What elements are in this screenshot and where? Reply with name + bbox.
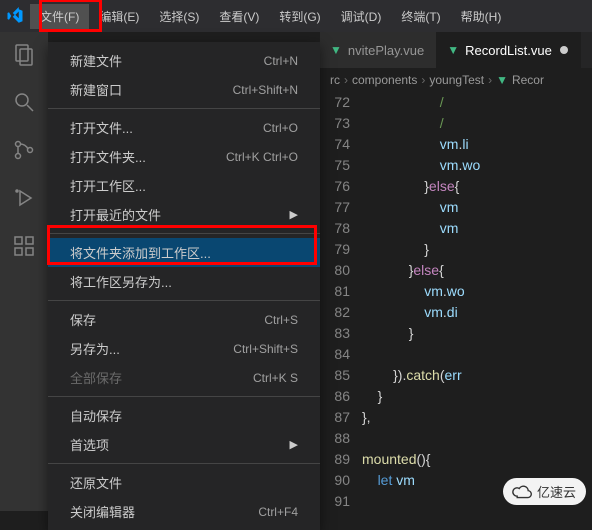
menu-entry[interactable]: 保存 Ctrl+S [48, 305, 320, 334]
search-icon[interactable] [10, 88, 38, 116]
menu-entry[interactable]: 还原文件 [48, 468, 320, 497]
menu-entry[interactable]: 关闭编辑器 Ctrl+F4 [48, 497, 320, 526]
menu-entry[interactable]: 另存为... Ctrl+Shift+S [48, 334, 320, 363]
menu-item[interactable]: 终端(T) [391, 4, 450, 29]
modified-indicator-icon [560, 46, 568, 54]
menu-item[interactable]: 调试(D) [331, 4, 392, 29]
editor-tab[interactable]: ▼ RecordList.vue [437, 32, 581, 68]
menu-entry-label: 新建文件 [70, 51, 122, 70]
menu-entry[interactable]: 新建窗口 Ctrl+Shift+N [48, 75, 320, 104]
menubar: 文件(F)编辑(E)选择(S)查看(V)转到(G)调试(D)终端(T)帮助(H) [0, 0, 592, 32]
chevron-right-icon: ▶ [290, 208, 298, 221]
menu-item[interactable]: 帮助(H) [451, 4, 512, 29]
menu-shortcut: Ctrl+Shift+S [233, 342, 298, 356]
file-menu-dropdown: 新建文件Ctrl+N新建窗口Ctrl+Shift+N打开文件...Ctrl+O打… [48, 42, 320, 530]
menu-entry-label: 打开最近的文件 [70, 205, 161, 224]
breadcrumb[interactable]: rc › components › youngTest › ▼ Recor [320, 68, 592, 92]
activity-bar [0, 32, 48, 511]
tab-label: nvitePlay.vue [348, 43, 424, 58]
menu-shortcut: Ctrl+Shift+N [233, 83, 298, 97]
menu-entry[interactable]: 新建文件 Ctrl+N [48, 46, 320, 75]
line-gutter: 7273747576777879808182838485868788899091 [320, 92, 362, 511]
menu-entry-label: 将文件夹添加到工作区... [70, 243, 211, 262]
breadcrumb-separator-icon: › [488, 73, 492, 87]
menu-item[interactable]: 选择(S) [149, 4, 209, 29]
breadcrumb-part[interactable]: components [352, 73, 417, 87]
code-lines[interactable]: / / vm.li vm.wo }else{ vm vm } }else{ vm… [362, 92, 592, 511]
vscode-logo-icon [6, 7, 24, 25]
vue-file-icon: ▼ [447, 43, 459, 57]
menu-shortcut: Ctrl+N [264, 54, 298, 68]
breadcrumb-separator-icon: › [421, 73, 425, 87]
breadcrumb-part[interactable]: rc [330, 73, 340, 87]
chevron-right-icon: ▶ [290, 438, 298, 451]
explorer-icon[interactable] [10, 40, 38, 68]
menu-entry-label: 首选项 [70, 435, 109, 454]
menu-item[interactable]: 编辑(E) [89, 4, 149, 29]
watermark-text: 亿速云 [537, 482, 576, 501]
menu-shortcut: Ctrl+S [264, 313, 298, 327]
menu-entry-label: 新建窗口 [70, 80, 122, 99]
menu-entry[interactable]: 打开最近的文件 ▶ [48, 200, 320, 229]
menu-entry-label: 将工作区另存为... [70, 272, 172, 291]
menu-entry[interactable]: 将工作区另存为... [48, 267, 320, 296]
menu-entry[interactable]: 打开文件... Ctrl+O [48, 113, 320, 142]
menu-separator [48, 233, 320, 234]
extensions-icon[interactable] [10, 232, 38, 260]
editor-area: ▼ nvitePlay.vue ▼ RecordList.vue rc › compone… [320, 32, 592, 511]
menu-item[interactable]: 转到(G) [269, 4, 330, 29]
menu-separator [48, 463, 320, 464]
breadcrumb-separator-icon: › [344, 73, 348, 87]
menu-entry-label: 全部保存 [70, 368, 122, 387]
menu-item[interactable]: 查看(V) [209, 4, 269, 29]
vue-file-icon: ▼ [330, 43, 342, 57]
code-editor[interactable]: 7273747576777879808182838485868788899091… [320, 92, 592, 511]
editor-tabs: ▼ nvitePlay.vue ▼ RecordList.vue [320, 32, 592, 68]
menu-entry[interactable]: 将文件夹添加到工作区... [48, 238, 320, 267]
menu-entry[interactable]: 自动保存 [48, 401, 320, 430]
menu-entry: 全部保存 Ctrl+K S [48, 363, 320, 392]
watermark-badge: 亿速云 [503, 478, 586, 505]
menu-entry[interactable]: 首选项 ▶ [48, 430, 320, 459]
source-control-icon[interactable] [10, 136, 38, 164]
breadcrumb-part[interactable]: Recor [512, 73, 544, 87]
menu-shortcut: Ctrl+F4 [258, 505, 298, 519]
menu-entry-label: 还原文件 [70, 473, 122, 492]
menu-entry-label: 关闭编辑器 [70, 502, 135, 521]
menu-entry-label: 自动保存 [70, 406, 122, 425]
menu-shortcut: Ctrl+K S [253, 371, 298, 385]
menu-shortcut: Ctrl+K Ctrl+O [226, 150, 298, 164]
tab-label: RecordList.vue [465, 43, 552, 58]
menu-entry[interactable]: 打开文件夹... Ctrl+K Ctrl+O [48, 142, 320, 171]
breadcrumb-part[interactable]: youngTest [429, 73, 484, 87]
menu-entry-label: 另存为... [70, 339, 120, 358]
menu-separator [48, 396, 320, 397]
menu-entry-label: 打开工作区... [70, 176, 146, 195]
menu-item[interactable]: 文件(F) [30, 4, 89, 29]
menu-entry[interactable]: 打开工作区... [48, 171, 320, 200]
menu-separator [48, 300, 320, 301]
menu-entry-label: 打开文件... [70, 118, 133, 137]
menu-entry-label: 打开文件夹... [70, 147, 146, 166]
menu-entry-label: 保存 [70, 310, 96, 329]
menu-separator [48, 108, 320, 109]
debug-icon[interactable] [10, 184, 38, 212]
menu-shortcut: Ctrl+O [263, 121, 298, 135]
vue-file-icon: ▼ [496, 73, 508, 87]
editor-tab[interactable]: ▼ nvitePlay.vue [320, 32, 437, 68]
